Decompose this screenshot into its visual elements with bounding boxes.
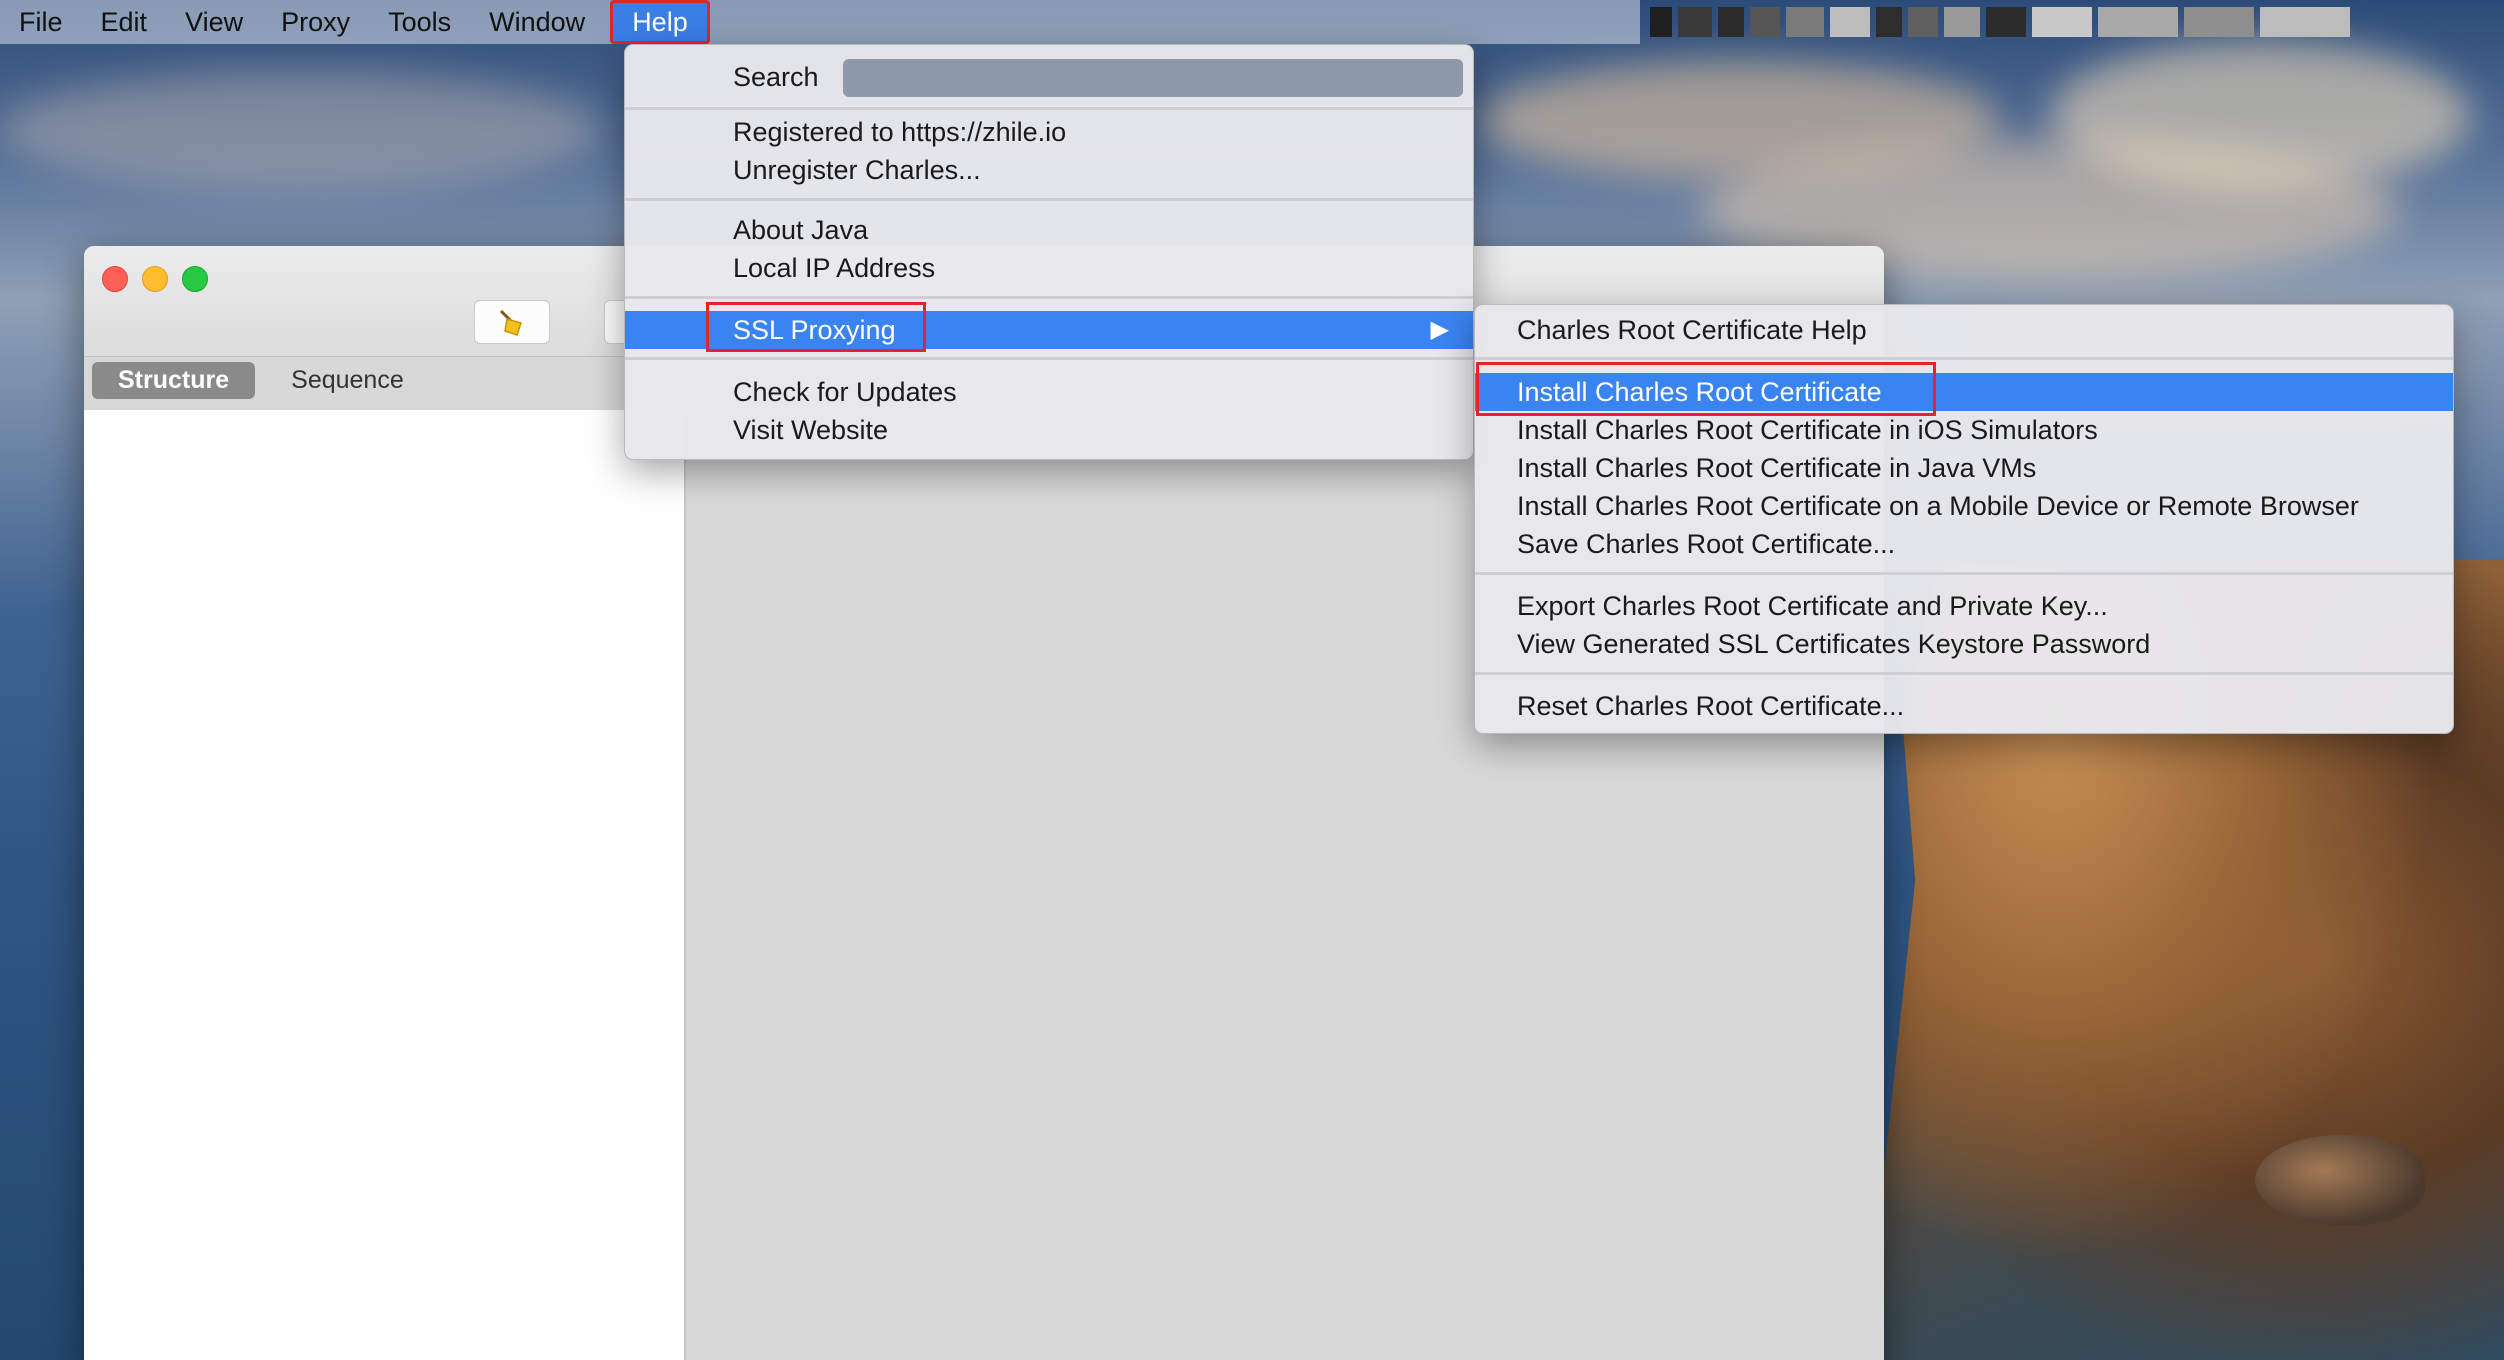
menu-separator xyxy=(1475,672,2453,675)
structure-tree-panel[interactable] xyxy=(84,410,686,1360)
save-root-cert-item[interactable]: Save Charles Root Certificate... xyxy=(1475,525,2453,563)
install-ios-sim-item[interactable]: Install Charles Root Certificate in iOS … xyxy=(1475,411,2453,449)
help-search-input[interactable] xyxy=(843,59,1463,97)
close-window-icon[interactable] xyxy=(102,266,128,292)
registered-to-item[interactable]: Registered to https://zhile.io xyxy=(625,113,1473,151)
install-java-vm-item[interactable]: Install Charles Root Certificate in Java… xyxy=(1475,449,2453,487)
export-cert-key-item[interactable]: Export Charles Root Certificate and Priv… xyxy=(1475,587,2453,625)
menu-file[interactable]: File xyxy=(0,0,82,44)
pixelated-status-area xyxy=(1640,0,2504,44)
menu-bar: File Edit View Proxy Tools Window Help xyxy=(0,0,1640,44)
view-tabs: Structure Sequence xyxy=(84,356,692,404)
menu-separator xyxy=(625,198,1473,201)
minimize-window-icon[interactable] xyxy=(142,266,168,292)
unregister-item[interactable]: Unregister Charles... xyxy=(625,151,1473,189)
view-keystore-password-item[interactable]: View Generated SSL Certificates Keystore… xyxy=(1475,625,2453,663)
broom-icon xyxy=(499,309,522,336)
tab-sequence[interactable]: Sequence xyxy=(265,362,430,399)
menu-separator xyxy=(1475,572,2453,575)
root-cert-help-item[interactable]: Charles Root Certificate Help xyxy=(1475,311,2453,349)
annotation-box-ssl-proxying xyxy=(706,302,926,352)
help-menu: Search Registered to https://zhile.io Un… xyxy=(624,44,1474,460)
visit-website-item[interactable]: Visit Website xyxy=(625,411,1473,449)
submenu-arrow-icon: ▶ xyxy=(1430,316,1449,343)
reset-root-cert-item[interactable]: Reset Charles Root Certificate... xyxy=(1475,687,2453,725)
about-java-item[interactable]: About Java xyxy=(625,211,1473,249)
menu-proxy[interactable]: Proxy xyxy=(262,0,369,44)
annotation-box-install-cert xyxy=(1476,362,1936,416)
check-updates-item[interactable]: Check for Updates xyxy=(625,373,1473,411)
zoom-window-icon[interactable] xyxy=(182,266,208,292)
menu-edit[interactable]: Edit xyxy=(82,0,167,44)
menu-tools[interactable]: Tools xyxy=(369,0,470,44)
menu-view[interactable]: View xyxy=(166,0,262,44)
help-search-label: Search xyxy=(733,62,819,92)
menu-separator xyxy=(625,296,1473,299)
local-ip-item[interactable]: Local IP Address xyxy=(625,249,1473,287)
menu-window[interactable]: Window xyxy=(470,0,604,44)
rock-landscape xyxy=(2255,1135,2425,1225)
menu-separator xyxy=(625,107,1473,110)
menu-help[interactable]: Help xyxy=(610,0,710,44)
tab-structure[interactable]: Structure xyxy=(92,361,256,399)
clear-session-button[interactable] xyxy=(474,300,550,344)
help-search-row: Search xyxy=(625,51,1473,103)
menu-separator xyxy=(625,357,1473,360)
install-mobile-item[interactable]: Install Charles Root Certificate on a Mo… xyxy=(1475,487,2453,525)
menu-separator xyxy=(1475,357,2453,360)
